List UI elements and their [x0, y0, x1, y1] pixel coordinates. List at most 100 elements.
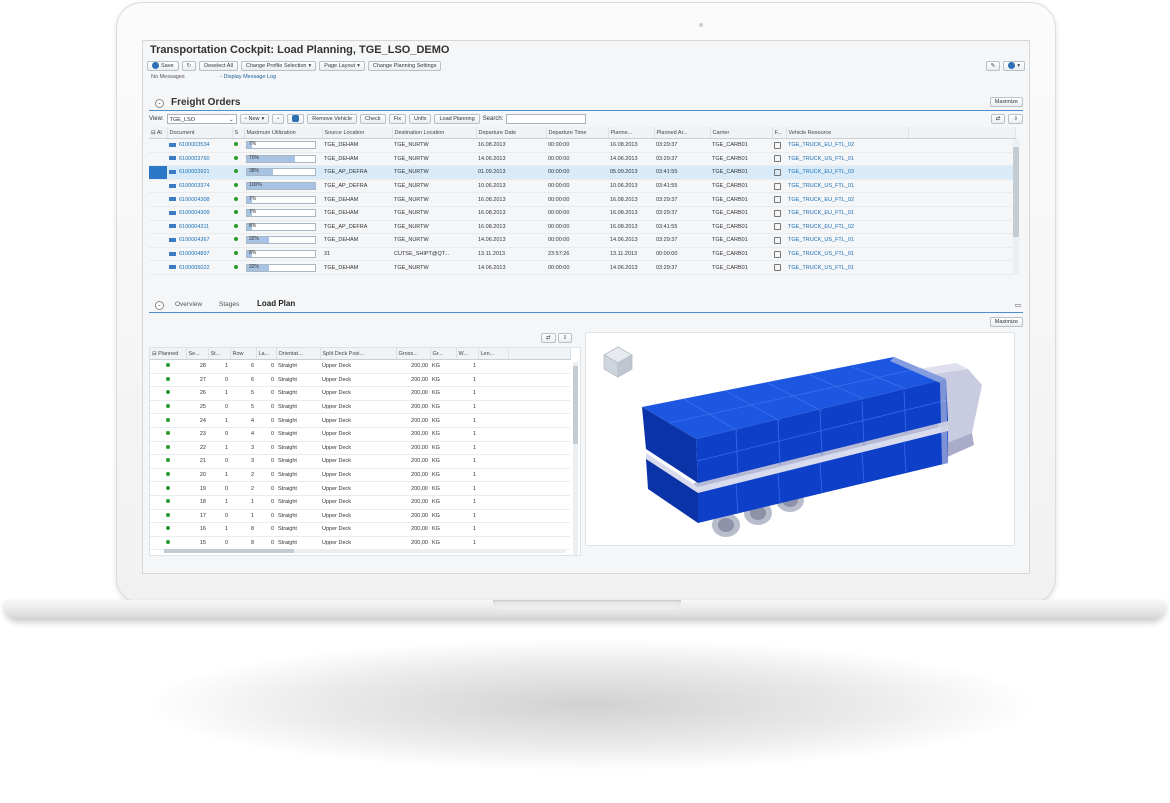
column-header[interactable]: Row: [230, 348, 257, 360]
vehicle-resource-link[interactable]: TGE_TRUCK_US_FTL_01: [788, 251, 854, 257]
column-header[interactable]: S: [232, 127, 245, 139]
row-selector[interactable]: [149, 165, 167, 180]
table-row[interactable]: 6100005022 32% TGE_DEHAM TGE_NURTW 14.06.201…: [149, 260, 1015, 275]
table-row[interactable]: 6100003760 70% TGE_DEHAM TGE_NURTW 14.06.201…: [149, 152, 1015, 167]
copy-button[interactable]: ▫: [272, 113, 285, 124]
document-link[interactable]: 6100003374: [179, 183, 210, 189]
vehicle-resource-link[interactable]: TGE_TRUCK_EU_FTL_02: [788, 197, 854, 203]
deselect-all-button[interactable]: Deselect All: [199, 60, 238, 71]
document-cell[interactable]: 6100004309: [167, 206, 232, 221]
column-header[interactable]: Planne...: [608, 127, 655, 139]
load-plan-horizontal-scrollbar[interactable]: [164, 549, 566, 553]
view-select[interactable]: TGE_LSO ⌄: [166, 113, 237, 124]
column-header[interactable]: F...: [772, 127, 787, 139]
document-link[interactable]: 6100003760: [179, 156, 210, 162]
document-link[interactable]: 6100004367: [179, 237, 210, 243]
column-header[interactable]: Vehicle Resource: [786, 127, 909, 139]
vehicle-resource-cell[interactable]: TGE_TRUCK_US_FTL_01: [786, 179, 908, 194]
collapse-icon[interactable]: ⌄: [155, 99, 164, 108]
scrollbar-thumb[interactable]: [1013, 147, 1019, 237]
row-selector[interactable]: [149, 260, 167, 275]
tab-stages[interactable]: Stages: [219, 301, 239, 308]
vehicle-resource-cell[interactable]: TGE_TRUCK_US_FTL_01: [786, 233, 908, 248]
column-header-select[interactable]: ⊟ Al: [149, 127, 168, 139]
document-link[interactable]: 6100004311: [179, 224, 209, 230]
vehicle-resource-cell[interactable]: TGE_TRUCK_EU_FTL_02: [786, 220, 908, 235]
row-selector[interactable]: [149, 192, 167, 207]
column-header[interactable]: Departure Date: [476, 127, 547, 139]
document-cell[interactable]: 6100004367: [167, 233, 232, 248]
search-input[interactable]: [506, 113, 587, 124]
table-row[interactable]: 25 0 5 0 Straight Upper Deck 200,00 KG 1: [150, 400, 570, 415]
document-cell[interactable]: 6100005022: [167, 260, 232, 275]
table-row[interactable]: 20 1 2 0 Straight Upper Deck 200,00 KG 1: [150, 468, 570, 483]
unfix-button[interactable]: Unfix: [408, 113, 432, 124]
tab-overview[interactable]: Overview: [175, 301, 202, 308]
column-header[interactable]: ⊟ Planned: [150, 348, 187, 360]
vehicle-resource-cell[interactable]: TGE_TRUCK_EU_FTL_02: [786, 192, 908, 207]
column-header[interactable]: Len...: [478, 348, 509, 360]
view-cube-icon[interactable]: [603, 346, 633, 378]
check-button[interactable]: Check: [360, 113, 386, 124]
vehicle-resource-link[interactable]: TGE_TRUCK_US_FTL_01: [788, 183, 854, 189]
document-link[interactable]: 6100005022: [179, 265, 210, 271]
remove-vehicle-button[interactable]: Remove Vehicle: [307, 113, 358, 124]
table-row[interactable]: 6100004311 8% TGE_AP_DEFRA TGE_NURTW 16.08.2…: [149, 220, 1015, 235]
document-cell[interactable]: 6100003921: [167, 165, 232, 180]
vehicle-resource-link[interactable]: TGE_TRUCK_US_FTL_01: [788, 156, 854, 162]
vehicle-resource-link[interactable]: TGE_TRUCK_EU_FTL_02: [788, 142, 854, 148]
table-row[interactable]: 6100003374 100% TGE_AP_DEFRA TGE_NURTW 10.06…: [149, 179, 1015, 194]
column-header[interactable]: Planned Ar...: [654, 127, 711, 139]
table-row[interactable]: 17 0 1 0 Straight Upper Deck 200,00 KG 1: [150, 509, 570, 524]
maximize-button[interactable]: Maximize: [989, 97, 1023, 107]
help-button[interactable]: ▾: [1003, 60, 1025, 71]
table-row[interactable]: 6100004309 7% TGE_DEHAM TGE_NURTW 16.08.2013…: [149, 206, 1015, 221]
column-header[interactable]: W...: [456, 348, 479, 360]
column-header[interactable]: Gross...: [396, 348, 431, 360]
maximize-button[interactable]: Maximize: [989, 317, 1023, 327]
table-row[interactable]: 21 0 3 0 Straight Upper Deck 200,00 KG 1: [150, 454, 570, 469]
page-layout-button[interactable]: Page Layout ▾: [319, 60, 365, 71]
document-link[interactable]: 6100004309: [179, 210, 210, 216]
vehicle-resource-cell[interactable]: TGE_TRUCK_EU_FTL_03: [786, 165, 908, 180]
vehicle-resource-cell[interactable]: TGE_TRUCK_US_FTL_01: [786, 260, 908, 275]
document-link[interactable]: 6100004308: [179, 197, 210, 203]
vehicle-resource-link[interactable]: TGE_TRUCK_EU_FTL_03: [788, 169, 854, 175]
document-cell[interactable]: 6100003760: [167, 152, 232, 167]
document-link[interactable]: 6100003921: [179, 169, 210, 175]
tools-button[interactable]: ✎: [985, 60, 1001, 71]
table-row[interactable]: 22 1 3 0 Straight Upper Deck 200,00 KG 1: [150, 441, 570, 456]
table-row[interactable]: 16 1 8 0 Straight Upper Deck 200,00 KG 1: [150, 522, 570, 537]
change-planning-settings-button[interactable]: Change Planning Settings: [367, 60, 442, 71]
document-cell[interactable]: 6100003534: [167, 138, 232, 153]
table-row[interactable]: 26 1 5 0 Straight Upper Deck 200,00 KG 1: [150, 386, 570, 401]
table-row[interactable]: 6100003534 7% TGE_DEHAM TGE_NURTW 16.08.2013…: [149, 138, 1015, 153]
settings-button[interactable]: ⇄: [541, 333, 556, 343]
column-header[interactable]: St...: [208, 348, 231, 360]
column-header[interactable]: Source Location: [322, 127, 393, 139]
window-icon[interactable]: ▭: [1015, 301, 1021, 309]
table-row[interactable]: 15 0 8 0 Straight Upper Deck 200,00 KG 1: [150, 536, 570, 551]
freight-orders-scrollbar[interactable]: [1013, 139, 1019, 274]
row-selector[interactable]: [149, 233, 167, 248]
load-plan-3d-view[interactable]: [585, 332, 1015, 546]
table-row[interactable]: 6100004308 7% TGE_DEHAM TGE_NURTW 16.08.2013…: [149, 192, 1015, 207]
table-row[interactable]: 19 0 2 0 Straight Upper Deck 200,00 KG 1: [150, 481, 570, 496]
column-header[interactable]: Gr...: [430, 348, 457, 360]
table-row[interactable]: 27 0 6 0 Straight Upper Deck 200,00 KG 1: [150, 373, 570, 388]
vehicle-resource-cell[interactable]: TGE_TRUCK_EU_FTL_01: [786, 206, 908, 221]
document-cell[interactable]: 6100004308: [167, 192, 232, 207]
column-header[interactable]: Se...: [186, 348, 209, 360]
row-selector[interactable]: [149, 220, 167, 235]
vehicle-resource-link[interactable]: TGE_TRUCK_US_FTL_01: [788, 265, 854, 271]
tab-load-plan[interactable]: Load Plan: [257, 299, 295, 308]
vehicle-resource-cell[interactable]: TGE_TRUCK_EU_FTL_02: [786, 138, 908, 153]
row-selector[interactable]: [149, 179, 167, 194]
new-button[interactable]: ▫ New ▾: [239, 113, 270, 124]
column-header[interactable]: Orientat...: [276, 348, 321, 360]
table-row[interactable]: 6100004367 32% TGE_DEHAM TGE_NURTW 14.06.201…: [149, 233, 1015, 248]
load-plan-vertical-scrollbar[interactable]: [573, 362, 578, 555]
document-link[interactable]: 6100004897: [179, 251, 210, 257]
export-button[interactable]: ⇩: [1008, 113, 1023, 124]
column-header[interactable]: Carrier: [710, 127, 773, 139]
